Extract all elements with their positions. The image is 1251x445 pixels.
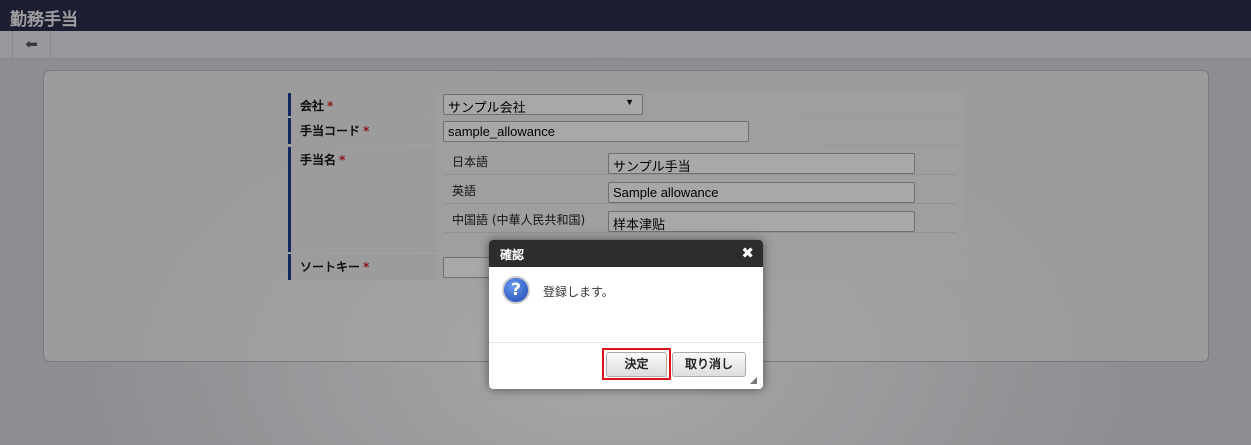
code-label: 手当コード *: [288, 118, 437, 144]
resize-grip-icon[interactable]: [750, 377, 757, 384]
app-header: 勤務手当: [0, 0, 1251, 31]
locale-row: 日本語 サンプル手当: [444, 147, 956, 175]
code-input[interactable]: sample_allowance: [443, 121, 749, 142]
name-zh-input[interactable]: 样本津贴: [608, 211, 915, 232]
back-button[interactable]: ⬅: [12, 31, 51, 59]
locale-row: 英語 Sample allowance: [444, 176, 956, 204]
sort-key-label: ソートキー *: [288, 254, 437, 280]
question-icon: ?: [502, 276, 530, 304]
row-code: 手当コード * sample_allowance: [288, 118, 963, 144]
page-title: 勤務手当: [10, 10, 78, 30]
name-en-input[interactable]: Sample allowance: [608, 182, 915, 203]
cancel-button[interactable]: 取り消し: [672, 352, 746, 377]
toolbar: ⬅: [0, 31, 1251, 59]
name-label: 手当名 *: [288, 147, 437, 252]
name-ja-input[interactable]: サンプル手当: [608, 153, 915, 174]
dialog-header: 確認 ✖: [489, 240, 763, 267]
company-label: 会社 *: [288, 93, 437, 116]
dropdown-arrow-icon: ▼: [625, 97, 634, 107]
row-company: 会社 * サンプル会社 ▼: [288, 93, 963, 116]
arrow-left-icon: ⬅: [25, 35, 38, 53]
close-icon[interactable]: ✖: [741, 244, 754, 262]
row-name: 手当名 * 日本語 サンプル手当 英語 Sample allowance 中国語 (中…: [288, 147, 963, 252]
ok-button[interactable]: 決定: [606, 352, 667, 377]
confirm-dialog: 確認 ✖ ? 登録します。 決定 取り消し: [489, 240, 763, 389]
dialog-message: 登録します。: [543, 285, 614, 299]
dialog-footer: [489, 342, 763, 343]
company-select[interactable]: サンプル会社 ▼: [443, 94, 643, 115]
dialog-title: 確認: [500, 248, 525, 262]
locale-row: 中国語 (中華人民共和国) 样本津贴: [444, 205, 956, 233]
